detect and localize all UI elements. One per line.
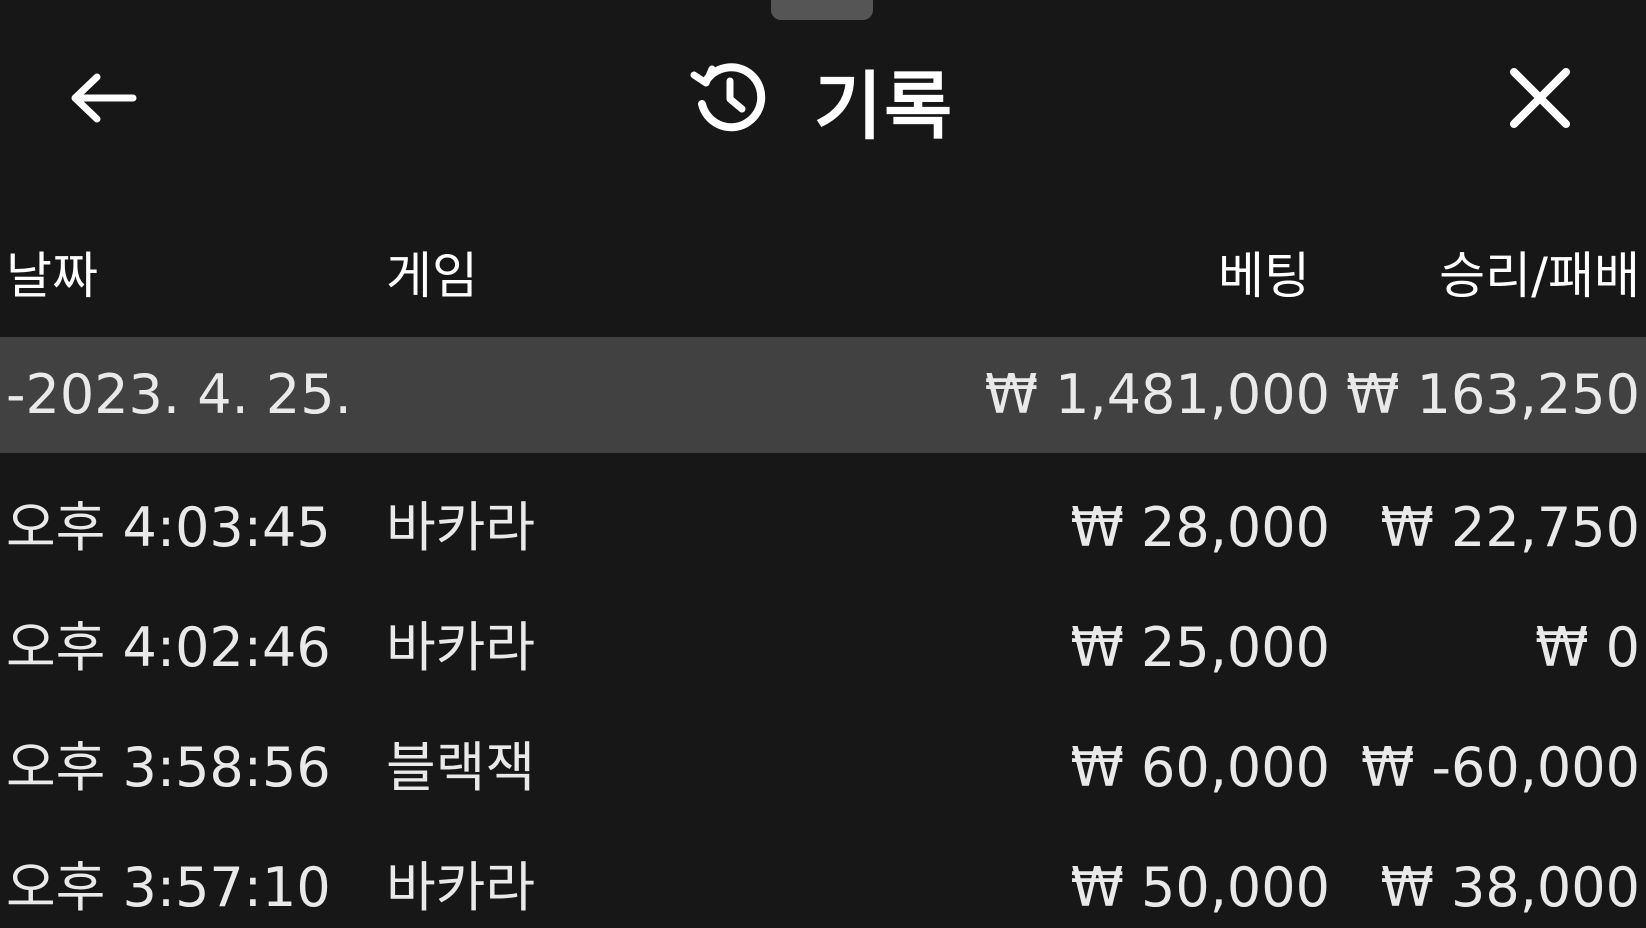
column-header-game: 게임 [386, 247, 478, 305]
arrow-left-icon [67, 73, 137, 127]
row-bet: ₩ 60,000 [1070, 736, 1330, 799]
row-bet: ₩ 25,000 [1070, 616, 1330, 679]
drag-handle[interactable] [771, 0, 873, 20]
row-bet: ₩ 28,000 [1070, 496, 1330, 559]
table-row[interactable]: 오후 4:02:46 바카라 ₩ 25,000 ₩ 0 [0, 590, 1646, 706]
row-game: 바카라 [386, 616, 536, 679]
row-time: 오후 4:03:45 [6, 496, 331, 559]
row-result: ₩ -60,000 [1361, 736, 1640, 799]
column-header-result: 승리/패배 [1439, 247, 1640, 305]
row-game: 블랙잭 [386, 736, 536, 799]
row-result: ₩ 0 [1535, 616, 1640, 679]
history-sheet: 기록 날짜 게임 베팅 승리/패배 -2023. 4. 25. ₩ 1,481,… [0, 0, 1646, 928]
header: 기록 [0, 40, 1646, 160]
row-result: ₩ 22,750 [1380, 496, 1640, 559]
table-row[interactable]: 오후 3:57:10 바카라 ₩ 50,000 ₩ 38,000 [0, 830, 1646, 928]
row-bet: ₩ 50,000 [1070, 856, 1330, 919]
row-result: ₩ 38,000 [1380, 856, 1640, 919]
table-row[interactable]: 오후 4:03:45 바카라 ₩ 28,000 ₩ 22,750 [0, 470, 1646, 586]
table-row[interactable]: 오후 3:58:56 블랙잭 ₩ 60,000 ₩ -60,000 [0, 710, 1646, 826]
group-result-total: ₩ 163,250 [1346, 363, 1640, 426]
row-game: 바카라 [386, 856, 536, 919]
row-time: 오후 4:02:46 [6, 616, 331, 679]
title-group: 기록 [690, 54, 954, 150]
history-clock-icon [690, 59, 768, 141]
row-game: 바카라 [386, 496, 536, 559]
column-header-bet: 베팅 [1218, 247, 1310, 305]
row-time: 오후 3:57:10 [6, 856, 331, 919]
group-date: -2023. 4. 25. [6, 363, 352, 426]
close-icon [1508, 66, 1572, 134]
date-group-row[interactable]: -2023. 4. 25. ₩ 1,481,000 ₩ 163,250 [0, 337, 1646, 453]
row-time: 오후 3:58:56 [6, 736, 331, 799]
group-bet-total: ₩ 1,481,000 [984, 363, 1330, 426]
close-button[interactable] [1500, 60, 1580, 140]
page-title: 기록 [814, 63, 955, 150]
back-button[interactable] [62, 60, 142, 140]
column-header-date: 날짜 [6, 247, 98, 305]
